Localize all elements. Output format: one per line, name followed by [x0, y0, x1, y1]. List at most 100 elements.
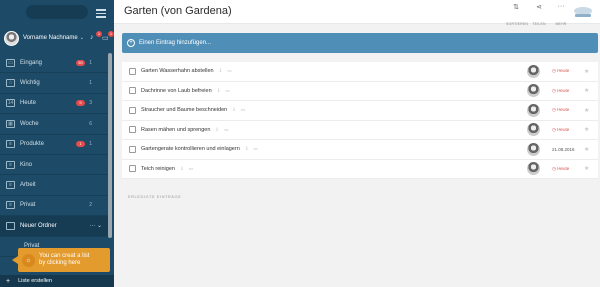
folder-actions-icon[interactable]: ··· ⌄ — [89, 222, 102, 229]
star-icon[interactable]: ★ — [584, 146, 589, 153]
sidebar-item-count: 1 — [89, 59, 92, 66]
avatar — [4, 30, 19, 46]
task-title: Straucher und Baume beschneiden — [141, 107, 228, 114]
comment-icon: ▭ — [253, 146, 258, 152]
due-date: ◷ Heute — [552, 68, 570, 74]
star-icon[interactable]: ★ — [584, 126, 589, 133]
sidebar-item-week[interactable]: ▦ Woche 6 — [0, 114, 108, 135]
task-checkbox[interactable] — [129, 67, 136, 75]
assignee-avatar[interactable] — [527, 84, 540, 98]
task-title-wrap: Dachrinne von Laub befreien ⇩ ▭ — [141, 88, 230, 94]
due-label: Heute — [557, 68, 570, 74]
task-title: Dachrinne von Laub befreien — [141, 87, 212, 94]
task-title: Rasen mähen und sprengen — [141, 126, 211, 133]
due-label: Heute — [557, 87, 570, 93]
add-task-input[interactable]: + Einen Eintrag hinzufügen... — [122, 33, 598, 53]
star-icon: ☆ — [6, 79, 15, 88]
folder-label: Neuer Ordner — [20, 222, 57, 229]
sidebar-item-work[interactable]: ≡ Arbeit — [0, 175, 108, 196]
sidebar-item-label: Produkte — [20, 141, 45, 148]
due-date: ◷ Heute — [552, 87, 570, 93]
subtask-icon: ⇩ — [179, 165, 184, 171]
plus-icon: + — [6, 277, 11, 285]
assignee-avatar[interactable] — [527, 123, 540, 137]
task-title-wrap: Straucher und Baume beschneiden ⇩ ▭ — [141, 107, 245, 113]
task-row[interactable]: Gartengerate kontrollieren und einlagern… — [122, 140, 598, 160]
due-label: Heute — [557, 126, 570, 132]
sidebar-folder[interactable]: Neuer Ordner ··· ⌄ — [0, 216, 108, 237]
task-title: Teich reinigen — [141, 165, 175, 172]
sidebar-item-important[interactable]: ☆ Wichtig 1 — [0, 73, 108, 94]
chat-icon[interactable]: ▭ 1 — [102, 31, 114, 42]
sidebar-item-count: 6 — [89, 120, 92, 127]
sidebar-list: ▭ Eingang 50 1 ☆ Wichtig 1 14 Heute 9 3 … — [0, 53, 108, 257]
task-row[interactable]: Rasen mähen und sprengen ⇩ ▭ ◷ Heute ★ — [122, 120, 598, 140]
due-date: ◷ Heute — [552, 165, 570, 171]
task-row[interactable]: Garten Wasserhahn abstellen ⇩ ▭ ◷ Heute ★ — [122, 62, 598, 82]
comment-icon: ▭ — [241, 107, 246, 113]
task-row[interactable]: Teich reinigen ⇩ ▭ ◷ Heute ★ — [122, 159, 598, 179]
assignee-avatar[interactable] — [527, 103, 540, 117]
sidebar-item-private[interactable]: ≡ Privat 2 — [0, 196, 108, 217]
sort-button[interactable]: ⇅ SORTIEREN — [506, 3, 528, 30]
task-checkbox[interactable] — [129, 126, 136, 134]
more-button[interactable]: ··· MEHR — [551, 3, 571, 30]
lightbulb-icon: ☼ — [22, 253, 35, 267]
comment-icon: ▭ — [224, 126, 229, 132]
today-icon: 14 — [6, 99, 15, 108]
inbox-icon: ▭ — [6, 58, 15, 67]
star-icon[interactable]: ★ — [584, 107, 589, 114]
task-checkbox[interactable] — [129, 165, 136, 173]
more-label: MEHR — [555, 22, 567, 26]
comment-icon: ▭ — [188, 165, 193, 171]
task-title: Garten Wasserhahn abstellen — [141, 68, 214, 75]
search-input[interactable] — [26, 5, 88, 19]
task-list: Garten Wasserhahn abstellen ⇩ ▭ ◷ Heute ★ … — [122, 62, 598, 179]
star-icon[interactable]: ★ — [584, 68, 589, 75]
task-title: Gartengerate kontrollieren und einlagern — [141, 146, 240, 153]
star-icon[interactable]: ★ — [584, 165, 589, 172]
create-list-button[interactable]: + Liste erstellen — [0, 275, 114, 287]
assignee-avatar[interactable] — [527, 142, 540, 156]
sidebar-item-count: 1 — [89, 141, 92, 148]
task-title-wrap: Gartengerate kontrollieren und einlagern… — [141, 146, 258, 152]
task-row[interactable]: Dachrinne von Laub befreien ⇩ ▭ ◷ Heute ★ — [122, 81, 598, 101]
task-row[interactable]: Straucher und Baume beschneiden ⇩ ▭ ◷ Heut… — [122, 101, 598, 121]
task-checkbox[interactable] — [129, 87, 136, 95]
list-icon: ≡ — [6, 201, 15, 210]
task-title-wrap: Rasen mähen und sprengen ⇩ ▭ — [141, 127, 228, 133]
task-checkbox[interactable] — [129, 106, 136, 114]
add-task-placeholder: Einen Eintrag hinzufügen... — [139, 40, 212, 46]
tooltip-arrow — [12, 256, 18, 264]
task-checkbox[interactable] — [129, 145, 136, 153]
subtask-icon: ⇩ — [215, 126, 220, 132]
completed-items-toggle[interactable]: ERLEDIGTE EINTRÄGE — [128, 194, 181, 199]
sidebar-search — [2, 5, 112, 19]
sidebar-scrollbar[interactable] — [108, 53, 112, 238]
assignee-avatar[interactable] — [527, 162, 540, 176]
folder-icon — [6, 221, 15, 230]
due-date: 21.08.2016 — [552, 147, 575, 152]
list-header: Garten (von Gardena) ⇅ SORTIEREN ⋖ TEILE… — [114, 0, 600, 26]
star-icon[interactable]: ★ — [584, 87, 589, 94]
hamburger-menu-icon[interactable] — [96, 7, 108, 18]
sidebar-item-today[interactable]: 14 Heute 9 3 — [0, 94, 108, 115]
bell-icon[interactable]: ♪ 1 — [90, 31, 102, 42]
sidebar-item-cinema[interactable]: ≡ Kino — [0, 155, 108, 176]
sidebar-item-inbox[interactable]: ▭ Eingang 50 1 — [0, 53, 108, 74]
tooltip-line-2: by clicking here — [39, 260, 81, 266]
due-date: ◷ Heute — [552, 107, 570, 113]
create-list-tooltip: ☼ You can creat a list by clicking here — [12, 248, 110, 272]
create-list-label: Liste erstellen — [18, 278, 53, 284]
sidebar-item-count: 2 — [89, 202, 92, 209]
task-title-wrap: Teich reinigen ⇩ ▭ — [141, 166, 193, 172]
assignee-avatar[interactable] — [527, 64, 540, 78]
subtask-icon: ⇩ — [218, 68, 223, 74]
sidebar-item-label: Wichtig — [20, 80, 40, 87]
share-button[interactable]: ⋖ TEILEN — [529, 3, 549, 30]
sidebar-item-products[interactable]: ≡ Produkte 1 1 — [0, 135, 108, 155]
user-menu[interactable]: Vorname Nachname ⌄ ♪ 1 ▭ 1 — [0, 27, 114, 49]
list-icon: ≡ — [6, 140, 15, 149]
due-label: 21.08.2016 — [552, 146, 575, 152]
user-name: Vorname Nachname — [23, 35, 78, 41]
